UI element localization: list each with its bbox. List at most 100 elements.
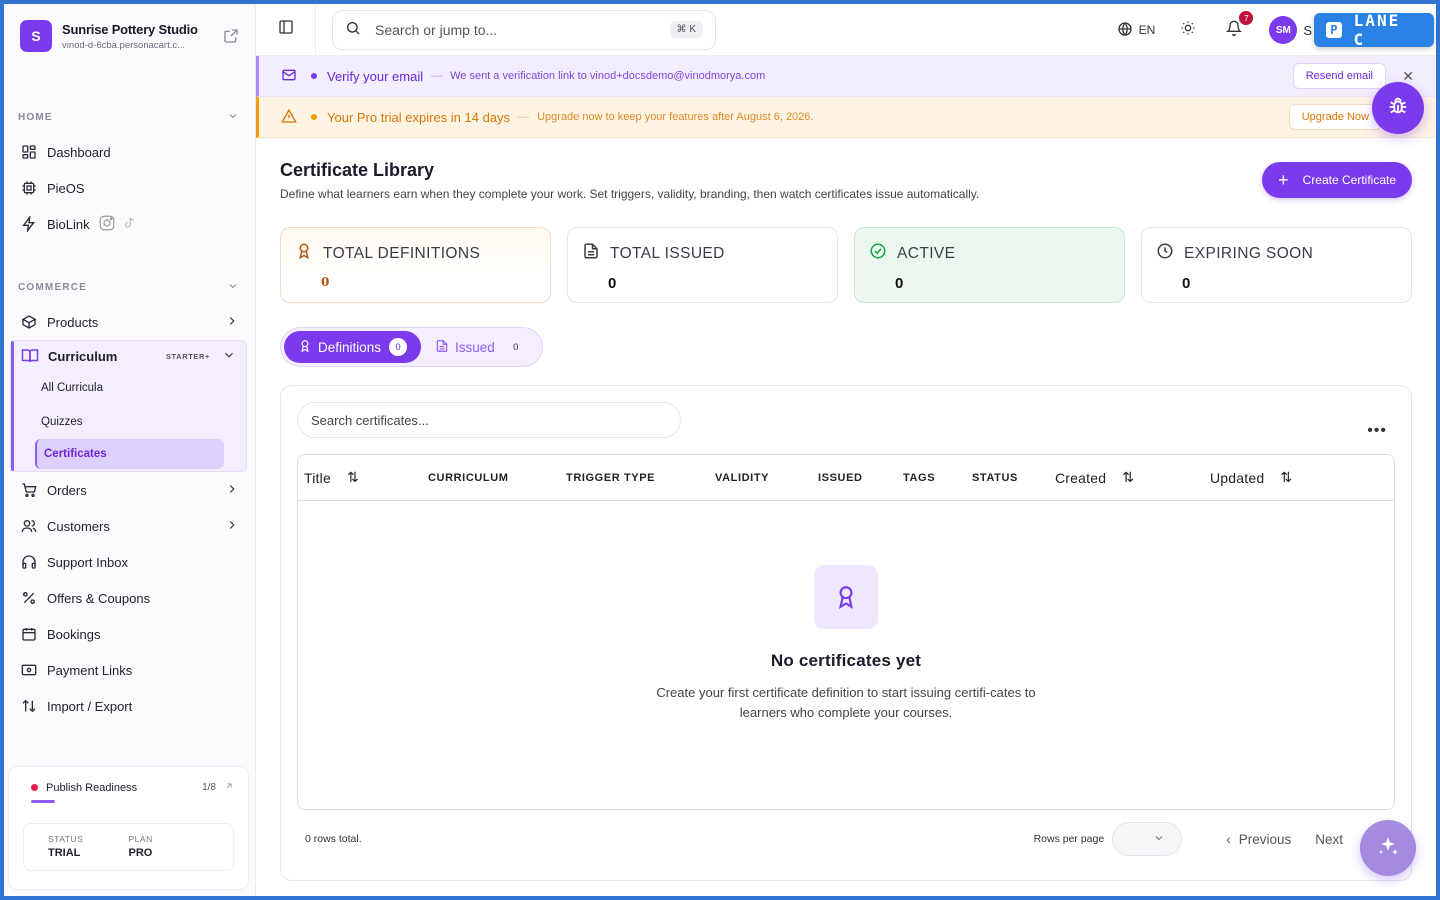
status-dot <box>311 114 317 120</box>
certificates-table: Title ⇅ CURRICULUM TRIGGER TYPE VALIDITY… <box>297 454 1395 810</box>
column-updated[interactable]: Updated ⇅ <box>1210 469 1292 486</box>
sidebar-item-import-export[interactable]: Import / Export <box>4 688 255 724</box>
tab-definitions[interactable]: Definitions 0 <box>284 331 422 363</box>
global-search[interactable]: Search or jump to... ⌘ K <box>332 9 716 50</box>
check-circle-icon <box>869 242 889 265</box>
content: Certificate Library Define what learners… <box>256 138 1436 881</box>
page-description: Define what learners earn when they comp… <box>280 187 980 201</box>
sidebar-item-support-inbox[interactable]: Support Inbox <box>4 544 255 580</box>
panel-left-icon <box>278 19 294 40</box>
chevron-down-icon <box>222 348 236 365</box>
curriculum-group: Curriculum STARTER+ All Curricula Quizze… <box>10 340 247 472</box>
sidebar-subitem-certificates[interactable]: Certificates <box>35 439 224 469</box>
headphones-icon <box>20 553 38 571</box>
tab-issued[interactable]: Issued 0 <box>421 331 539 363</box>
stat-total-issued: TOTAL ISSUED 0 <box>567 227 838 303</box>
column-tags: TAGS <box>903 471 936 484</box>
language-switcher[interactable]: EN <box>1117 21 1156 40</box>
column-title[interactable]: Title ⇅ <box>304 469 359 486</box>
certificates-table-card: ••• Title ⇅ CURRICULUM TRIGGER TYPE VALI… <box>280 385 1412 881</box>
plan-value: PRO <box>128 847 153 859</box>
resend-email-button[interactable]: Resend email <box>1292 63 1386 89</box>
top-bar: Search or jump to... ⌘ K EN 7 SM S P LAN… <box>256 3 1436 56</box>
stats-row: TOTAL DEFINITIONS 0 TOTAL ISSUED 0 ACTIV… <box>280 227 1412 303</box>
theme-toggle-button[interactable] <box>1177 19 1199 41</box>
notification-count-badge: 7 <box>1239 11 1254 25</box>
sidebar-item-biolink[interactable]: BioLink <box>4 206 255 242</box>
verify-email-text: We sent a verification link to vinod+doc… <box>450 70 766 82</box>
sidebar-item-products[interactable]: Products <box>4 304 255 340</box>
language-label: EN <box>1138 23 1156 37</box>
page-title: Certificate Library <box>280 160 435 180</box>
stat-total-definitions: TOTAL DEFINITIONS 0 <box>280 227 551 303</box>
bug-report-button[interactable] <box>1372 82 1424 134</box>
previous-page-button[interactable]: ‹ Previous <box>1226 832 1291 847</box>
separator: — <box>518 111 530 123</box>
book-open-icon <box>21 347 39 365</box>
sidebar-subitem-all-curricula[interactable]: All Curricula <box>11 371 246 405</box>
plus-icon: + <box>1278 169 1289 190</box>
award-icon <box>298 339 312 356</box>
sidebar-toggle-button[interactable] <box>256 3 316 56</box>
users-icon <box>20 517 38 535</box>
search-icon <box>345 20 363 39</box>
clock-icon <box>1156 242 1176 265</box>
certificate-search-input[interactable] <box>297 402 681 438</box>
global-search-placeholder: Search or jump to... <box>375 21 498 38</box>
create-certificate-button[interactable]: + Create Certificate <box>1262 162 1412 198</box>
brand-name: Sunrise Pottery Studio <box>62 21 198 37</box>
brand-header[interactable]: S Sunrise Pottery Studio vinod-d-6cba.pe… <box>4 8 255 64</box>
notifications-button[interactable]: 7 <box>1223 11 1254 41</box>
lane-badge[interactable]: P LANE C <box>1314 11 1434 49</box>
brand-subdomain: vinod-d-6cba.personacart.c... <box>62 39 186 51</box>
tab-count: 0 <box>513 341 519 353</box>
publish-readiness-card[interactable]: Publish Readiness 1/8 STATUS TRIAL PLAN … <box>8 766 249 890</box>
sidebar-item-offers-coupons[interactable]: Offers & Coupons <box>4 580 255 616</box>
tiktok-icon <box>122 215 136 234</box>
external-link-icon[interactable] <box>223 28 239 44</box>
verify-email-title: Verify your email <box>327 68 424 84</box>
ai-assistant-button[interactable] <box>1360 820 1416 876</box>
stat-value: 0 <box>1182 275 1191 292</box>
document-icon <box>582 242 602 265</box>
upgrade-now-button[interactable]: Upgrade Now <box>1288 104 1382 130</box>
sidebar-item-dashboard[interactable]: Dashboard <box>4 134 255 170</box>
column-curriculum: CURRICULUM <box>428 471 509 484</box>
lane-letter: P <box>1326 22 1342 38</box>
bug-icon <box>1387 95 1409 122</box>
section-commerce-label: COMMERCE <box>18 281 88 293</box>
sidebar-item-label: Support Inbox <box>47 554 128 570</box>
rows-total: 0 rows total. <box>305 833 362 845</box>
section-home[interactable]: HOME <box>4 106 255 128</box>
tab-label: Issued <box>455 339 495 355</box>
sidebar-item-curriculum[interactable]: Curriculum STARTER+ <box>11 341 246 371</box>
empty-state-description: Create your first certificate definition… <box>656 685 1036 720</box>
chevron-left-icon: ‹ <box>1226 831 1231 847</box>
separator: — <box>431 70 443 82</box>
sidebar-item-payment-links[interactable]: Payment Links <box>4 652 255 688</box>
sidebar-item-customers[interactable]: Customers <box>4 508 255 544</box>
status-value: TRIAL <box>48 847 81 859</box>
stat-value: 0 <box>321 275 330 289</box>
arrows-up-down-icon <box>20 697 38 715</box>
section-commerce[interactable]: COMMERCE <box>4 276 255 298</box>
sidebar-subitem-quizzes[interactable]: Quizzes <box>11 405 246 439</box>
more-options-button[interactable]: ••• <box>1367 422 1387 440</box>
bolt-icon <box>20 215 38 233</box>
next-label: Next <box>1315 831 1343 847</box>
status-dot <box>31 784 38 791</box>
chevron-down-icon <box>227 280 239 295</box>
trial-banner: Your Pro trial expires in 14 days — Upgr… <box>256 97 1436 138</box>
sidebar: S Sunrise Pottery Studio vinod-d-6cba.pe… <box>4 4 256 896</box>
sidebar-item-bookings[interactable]: Bookings <box>4 616 255 652</box>
sidebar-item-label: Dashboard <box>47 144 111 160</box>
stat-label: EXPIRING SOON <box>1184 244 1314 262</box>
rows-per-page-select[interactable] <box>1112 822 1183 856</box>
arrow-up-right-icon <box>224 781 234 794</box>
sidebar-item-pieos[interactable]: PieOS <box>4 170 255 206</box>
sidebar-item-orders[interactable]: Orders <box>4 472 255 508</box>
document-icon <box>435 339 449 356</box>
next-page-button[interactable]: Next <box>1315 832 1343 847</box>
user-avatar[interactable]: SM <box>1269 16 1298 44</box>
column-created[interactable]: Created ⇅ <box>1055 469 1134 486</box>
